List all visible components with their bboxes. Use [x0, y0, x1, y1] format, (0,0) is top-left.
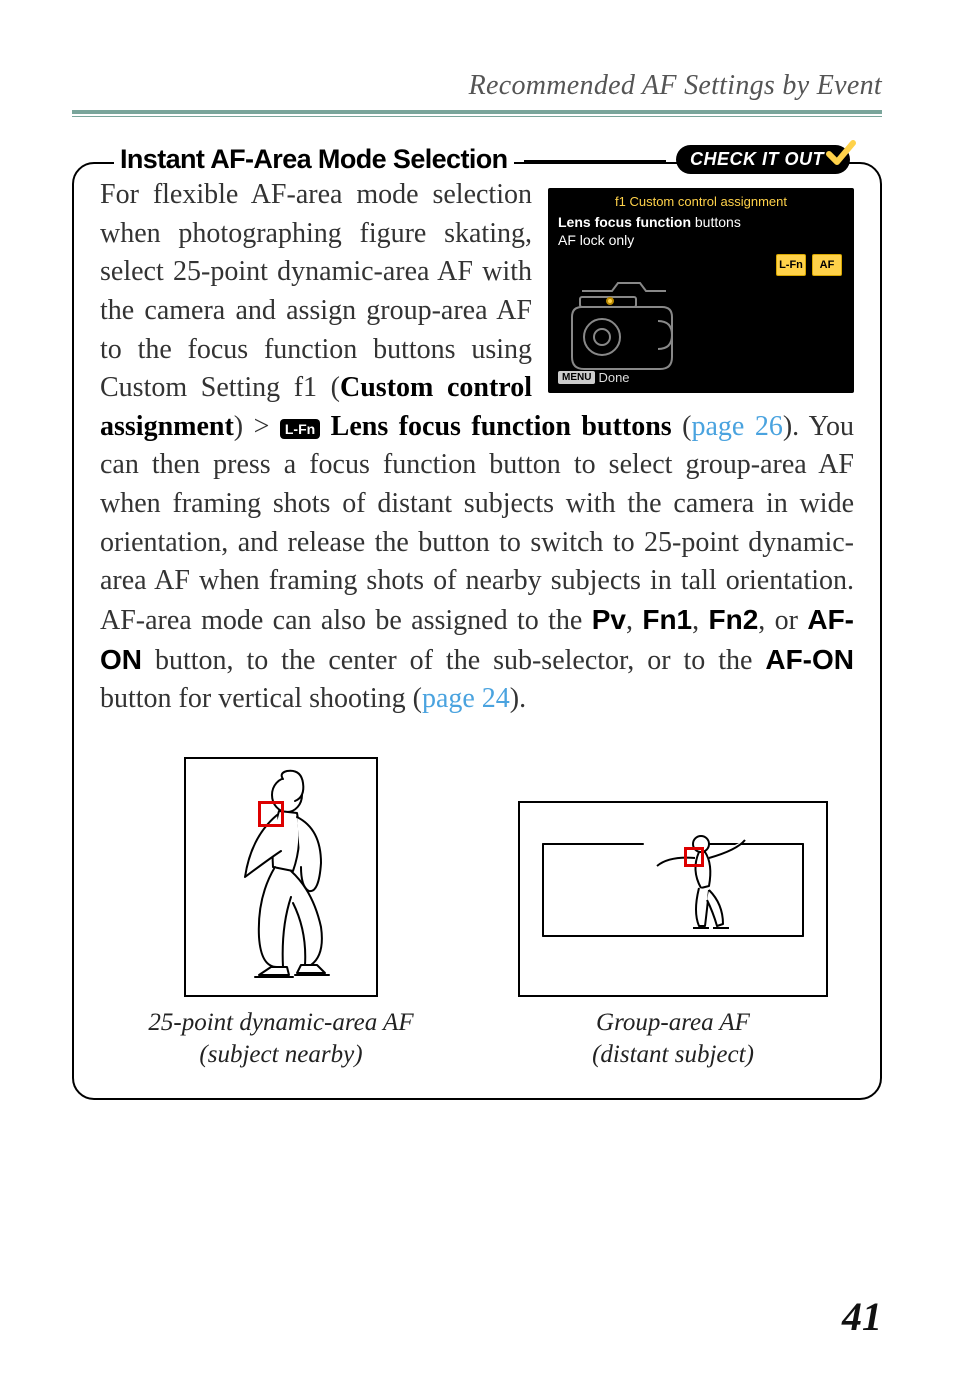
figure-left-image [184, 757, 378, 997]
menu-line-1: Lens focus function buttons [558, 214, 741, 230]
menu-done-row: MENU Done [558, 370, 630, 385]
lfn-badge-icon: L-Fn [776, 254, 806, 276]
menu-header-text: Custom control assignment [629, 194, 787, 209]
menu-header-prefix: f1 [615, 194, 626, 209]
para-span: , [626, 605, 642, 636]
bold-fn1: Fn1 [642, 604, 692, 635]
figure-right-image [518, 801, 828, 997]
skater-near-illustration [201, 767, 361, 987]
callout-box: Instant AF-Area Mode Selection CHECK IT … [72, 162, 882, 1100]
figure-row: 25-point dynamic-area AF (subject nearby… [100, 757, 854, 1072]
link-page-24[interactable]: page 24 [422, 683, 510, 714]
figure-left-caption: 25-point dynamic-area AF (subject nearby… [111, 1007, 451, 1072]
page-number: 41 [842, 1293, 882, 1340]
check-icon [826, 139, 856, 169]
para-span: button, to the center of the sub-selecto… [142, 645, 765, 676]
menu-header: f1 Custom control assignment [548, 194, 854, 209]
check-it-out-badge: CHECK IT OUT [676, 145, 850, 174]
figure-right: Group-area AF (distant subject) [503, 757, 843, 1072]
focus-point-box [258, 801, 284, 827]
para-span: For flexible AF-area mode selection when… [100, 179, 532, 403]
para-span: , [692, 605, 708, 636]
bold-fn2: Fn2 [709, 604, 759, 635]
para-span: ). [510, 683, 526, 714]
header-rule [72, 110, 882, 116]
figure-left-caption-l2: (subject nearby) [199, 1041, 362, 1068]
menu-done-label: Done [598, 370, 629, 385]
callout-title: Instant AF-Area Mode Selection [120, 144, 508, 174]
callout-title-row: Instant AF-Area Mode Selection CHECK IT … [114, 144, 850, 175]
menu-line-2: AF lock only [558, 232, 634, 248]
figure-right-caption-l1: Group-area AF [596, 1009, 750, 1036]
af-badge-icon: AF [812, 254, 842, 276]
bold-afon-2: AF-ON [765, 644, 854, 675]
focus-point-box [684, 847, 704, 867]
skater-distant-illustration [523, 804, 823, 994]
para-span: button for vertical shooting ( [100, 683, 422, 714]
figure-left: 25-point dynamic-area AF (subject nearby… [111, 757, 451, 1072]
figure-right-caption: Group-area AF (distant subject) [503, 1007, 843, 1072]
figure-right-caption-l2: (distant subject) [592, 1041, 754, 1068]
title-rule [524, 160, 666, 162]
check-it-out-text: CHECK IT OUT [690, 149, 824, 169]
lfn-icon: L-Fn [280, 419, 320, 439]
menu-line-1b: buttons [691, 214, 741, 230]
bold-pv: Pv [592, 604, 626, 635]
figure-left-caption-l1: 25-point dynamic-area AF [148, 1009, 413, 1036]
camera-outline-icon [562, 279, 682, 379]
camera-menu-screenshot: f1 Custom control assignment Lens focus … [548, 188, 854, 393]
breadcrumb: Recommended AF Settings by Event [72, 70, 882, 102]
bold-lens-focus: Lens focus function buttons [320, 411, 672, 442]
menu-pill-icon: MENU [558, 371, 595, 384]
para-span: ( [672, 411, 692, 442]
para-span: ). You can then press a focus function b… [100, 411, 854, 636]
para-span: ) > [234, 411, 280, 442]
menu-badges: L-Fn AF [776, 254, 842, 276]
para-span: , or [758, 605, 807, 636]
menu-line-1a: Lens focus function [558, 214, 691, 230]
link-page-26[interactable]: page 26 [692, 411, 783, 442]
